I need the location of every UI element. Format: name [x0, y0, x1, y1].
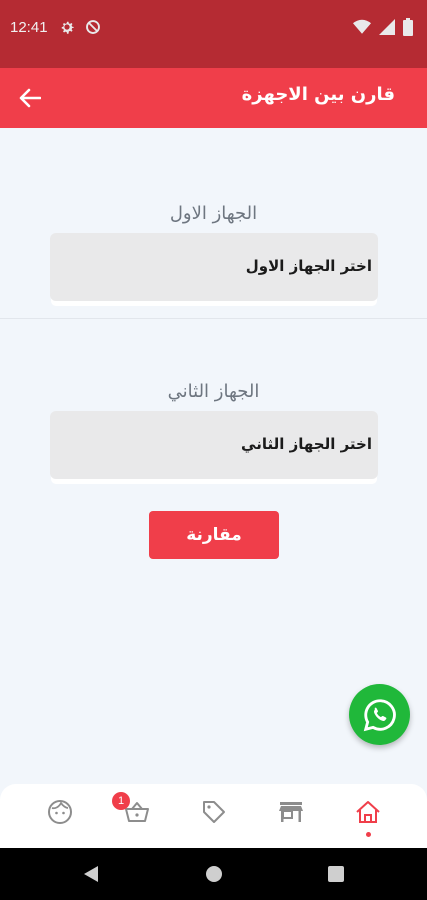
nav-profile[interactable] — [44, 796, 76, 828]
system-recents-icon[interactable] — [327, 864, 345, 884]
nav-home[interactable] — [352, 796, 384, 828]
whatsapp-button[interactable] — [349, 684, 410, 745]
gear-icon — [61, 21, 74, 34]
nav-stores[interactable] — [275, 796, 307, 828]
back-arrow-icon — [19, 88, 41, 108]
status-bar: 12:41 — [0, 0, 427, 68]
wifi-icon — [353, 19, 371, 34]
system-back-icon[interactable] — [82, 864, 100, 884]
page-title: قارن بين الاجهزة — [241, 84, 395, 105]
no-sync-icon — [86, 20, 100, 34]
system-nav-bar — [0, 848, 427, 900]
app-bar: قارن بين الاجهزة — [0, 68, 427, 128]
bottom-nav: 1 — [0, 784, 427, 848]
back-button[interactable] — [14, 84, 46, 112]
second-device-placeholder: اختر الجهاز الثاني — [241, 435, 372, 453]
first-device-select[interactable]: اختر الجهاز الاول — [50, 233, 378, 301]
second-device-label: الجهاز الثاني — [167, 381, 260, 402]
second-device-select[interactable]: اختر الجهاز الثاني — [50, 411, 378, 479]
tag-icon — [203, 801, 225, 823]
first-device-placeholder: اختر الجهاز الاول — [245, 257, 372, 275]
active-indicator — [366, 832, 371, 837]
store-icon — [279, 802, 303, 822]
compare-button[interactable]: مقارنة — [149, 511, 279, 559]
signal-icon — [379, 19, 395, 35]
nav-offers[interactable] — [198, 796, 230, 828]
face-icon — [48, 800, 72, 824]
cart-badge: 1 — [112, 792, 130, 810]
battery-icon — [403, 18, 413, 36]
whatsapp-icon — [363, 698, 396, 731]
system-home-icon[interactable] — [205, 864, 223, 884]
home-icon — [356, 801, 380, 823]
status-time: 12:41 — [10, 19, 48, 36]
divider — [0, 318, 427, 319]
first-device-label: الجهاز الاول — [169, 203, 258, 224]
